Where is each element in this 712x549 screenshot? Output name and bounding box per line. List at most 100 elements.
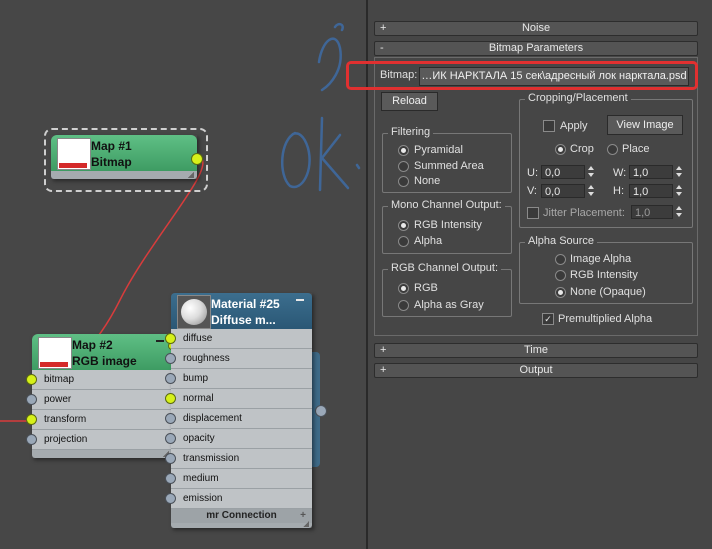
- label-place: Place: [622, 143, 650, 155]
- slot-opacity[interactable]: opacity: [165, 429, 312, 449]
- port-medium[interactable]: [165, 473, 176, 484]
- u-spinner-arrows[interactable]: [587, 165, 595, 179]
- node-map1-output-port[interactable]: [191, 153, 203, 165]
- collapse-icon[interactable]: [156, 340, 164, 342]
- rollout-time[interactable]: + Time: [374, 343, 698, 358]
- radio-none[interactable]: [398, 176, 409, 187]
- slot-diffuse[interactable]: diffuse: [165, 329, 312, 349]
- view-image-button[interactable]: View Image: [607, 115, 683, 135]
- w-spinner-arrows[interactable]: [675, 165, 683, 179]
- material-output-port[interactable]: [315, 405, 327, 417]
- slot-transform[interactable]: transform: [26, 410, 172, 430]
- radio-image-alpha[interactable]: [555, 254, 566, 265]
- radio-summed-area[interactable]: [398, 161, 409, 172]
- label-alpha-rgb-intensity: RGB Intensity: [570, 269, 638, 281]
- jitter-checkbox[interactable]: [527, 207, 539, 219]
- label-image-alpha: Image Alpha: [570, 253, 632, 265]
- node-material-footer: [171, 521, 312, 528]
- radio-rgb[interactable]: [398, 283, 409, 294]
- label-rgb: RGB: [414, 282, 438, 294]
- port-transform[interactable]: [26, 414, 37, 425]
- mono-channel-title: Mono Channel Output:: [388, 199, 505, 211]
- node-material-header[interactable]: Material #25 Diffuse m...: [171, 293, 312, 329]
- bitmap-thumbnail: [57, 138, 91, 170]
- port-power[interactable]: [26, 394, 37, 405]
- node-map2-title: Map #2 RGB image: [72, 338, 137, 368]
- label-crop: Crop: [570, 143, 594, 155]
- slot-medium[interactable]: medium: [165, 469, 312, 489]
- rollout-output[interactable]: + Output: [374, 363, 698, 378]
- slot-normal[interactable]: normal: [165, 389, 312, 409]
- port-bump[interactable]: [165, 373, 176, 384]
- label-rgb-intensity: RGB Intensity: [414, 219, 482, 231]
- premultiplied-alpha-label: Premultiplied Alpha: [558, 313, 653, 325]
- port-emission[interactable]: [165, 493, 176, 504]
- port-diffuse[interactable]: [165, 333, 176, 344]
- port-roughness[interactable]: [165, 353, 176, 364]
- slot-displacement[interactable]: displacement: [165, 409, 312, 429]
- label-pyramidal: Pyramidal: [414, 144, 463, 156]
- apply-checkbox[interactable]: [543, 120, 555, 132]
- u-spinner[interactable]: 0,0: [541, 165, 585, 179]
- label-alpha-as-gray: Alpha as Gray: [414, 299, 484, 311]
- label-alpha: Alpha: [414, 235, 443, 247]
- radio-place[interactable]: [607, 144, 618, 155]
- port-displacement[interactable]: [165, 413, 176, 424]
- port-opacity[interactable]: [165, 433, 176, 444]
- premultiplied-alpha-checkbox[interactable]: ✓: [542, 313, 554, 325]
- collapse-icon[interactable]: [296, 299, 304, 301]
- port-projection[interactable]: [26, 434, 37, 445]
- apply-label: Apply: [560, 120, 588, 132]
- node-map2-header[interactable]: Map #2 RGB image: [32, 334, 172, 370]
- cropping-title: Cropping/Placement: [525, 92, 631, 104]
- label-summed-area: Summed Area: [414, 160, 484, 172]
- v-spinner[interactable]: 0,0: [541, 184, 585, 198]
- radio-alpha[interactable]: [398, 236, 409, 247]
- slot-transmission[interactable]: transmission: [165, 449, 312, 469]
- slot-emission[interactable]: emission: [165, 489, 312, 509]
- node-map2[interactable]: Map #2 RGB image bitmap power transform …: [26, 334, 176, 458]
- jitter-spinner[interactable]: 1,0: [631, 205, 673, 219]
- reload-button[interactable]: Reload: [381, 92, 438, 111]
- radio-none-opaque[interactable]: [555, 287, 566, 298]
- rgb-channel-title: RGB Channel Output:: [388, 262, 502, 274]
- rollout-noise[interactable]: + Noise: [374, 21, 698, 36]
- radio-crop[interactable]: [555, 144, 566, 155]
- port-normal[interactable]: [165, 393, 176, 404]
- highlight-annotation: [346, 61, 698, 90]
- node-material-slots: diffuse roughness bump normal displaceme…: [165, 329, 312, 509]
- radio-pyramidal[interactable]: [398, 145, 409, 156]
- slot-projection[interactable]: projection: [26, 430, 172, 450]
- v-spinner-arrows[interactable]: [587, 184, 595, 198]
- h-spinner-arrows[interactable]: [675, 184, 683, 198]
- radio-alpha-rgb-intensity[interactable]: [555, 270, 566, 281]
- radio-rgb-intensity[interactable]: [398, 220, 409, 231]
- label-none: None: [414, 175, 441, 187]
- slot-bump[interactable]: bump: [165, 369, 312, 389]
- w-label: W:: [613, 167, 627, 179]
- node-map1-title: Map #1 Bitmap: [91, 139, 132, 169]
- w-spinner[interactable]: 1,0: [629, 165, 673, 179]
- slot-bitmap[interactable]: bitmap: [26, 370, 172, 390]
- slate-node-view[interactable]: Map #1 Bitmap Map #2 RGB image bitmap po…: [0, 0, 366, 549]
- node-map1[interactable]: Map #1 Bitmap: [51, 135, 203, 179]
- h-spinner[interactable]: 1,0: [629, 184, 673, 198]
- node-map1-header[interactable]: Map #1 Bitmap: [51, 135, 197, 171]
- mr-connection-footer[interactable]: mr Connection +: [171, 509, 312, 523]
- radio-alpha-as-gray[interactable]: [398, 300, 409, 311]
- slot-roughness[interactable]: roughness: [165, 349, 312, 369]
- port-transmission[interactable]: [165, 453, 176, 464]
- jitter-label: Jitter Placement:: [543, 207, 625, 219]
- node-material-title: Material #25 Diffuse m...: [211, 297, 280, 327]
- rgb-thumbnail: [38, 337, 72, 369]
- u-label: U:: [527, 167, 538, 179]
- node-material[interactable]: Material #25 Diffuse m... diffuse roughn…: [165, 293, 312, 528]
- node-map1-footer: [51, 171, 197, 179]
- port-bitmap[interactable]: [26, 374, 37, 385]
- rollout-bitmap-parameters[interactable]: - Bitmap Parameters: [374, 41, 698, 56]
- jitter-spinner-arrows[interactable]: [675, 205, 683, 219]
- node-map2-slots: bitmap power transform projection: [26, 370, 172, 450]
- h-label: H:: [613, 185, 624, 197]
- alpha-source-title: Alpha Source: [525, 235, 598, 247]
- slot-power[interactable]: power: [26, 390, 172, 410]
